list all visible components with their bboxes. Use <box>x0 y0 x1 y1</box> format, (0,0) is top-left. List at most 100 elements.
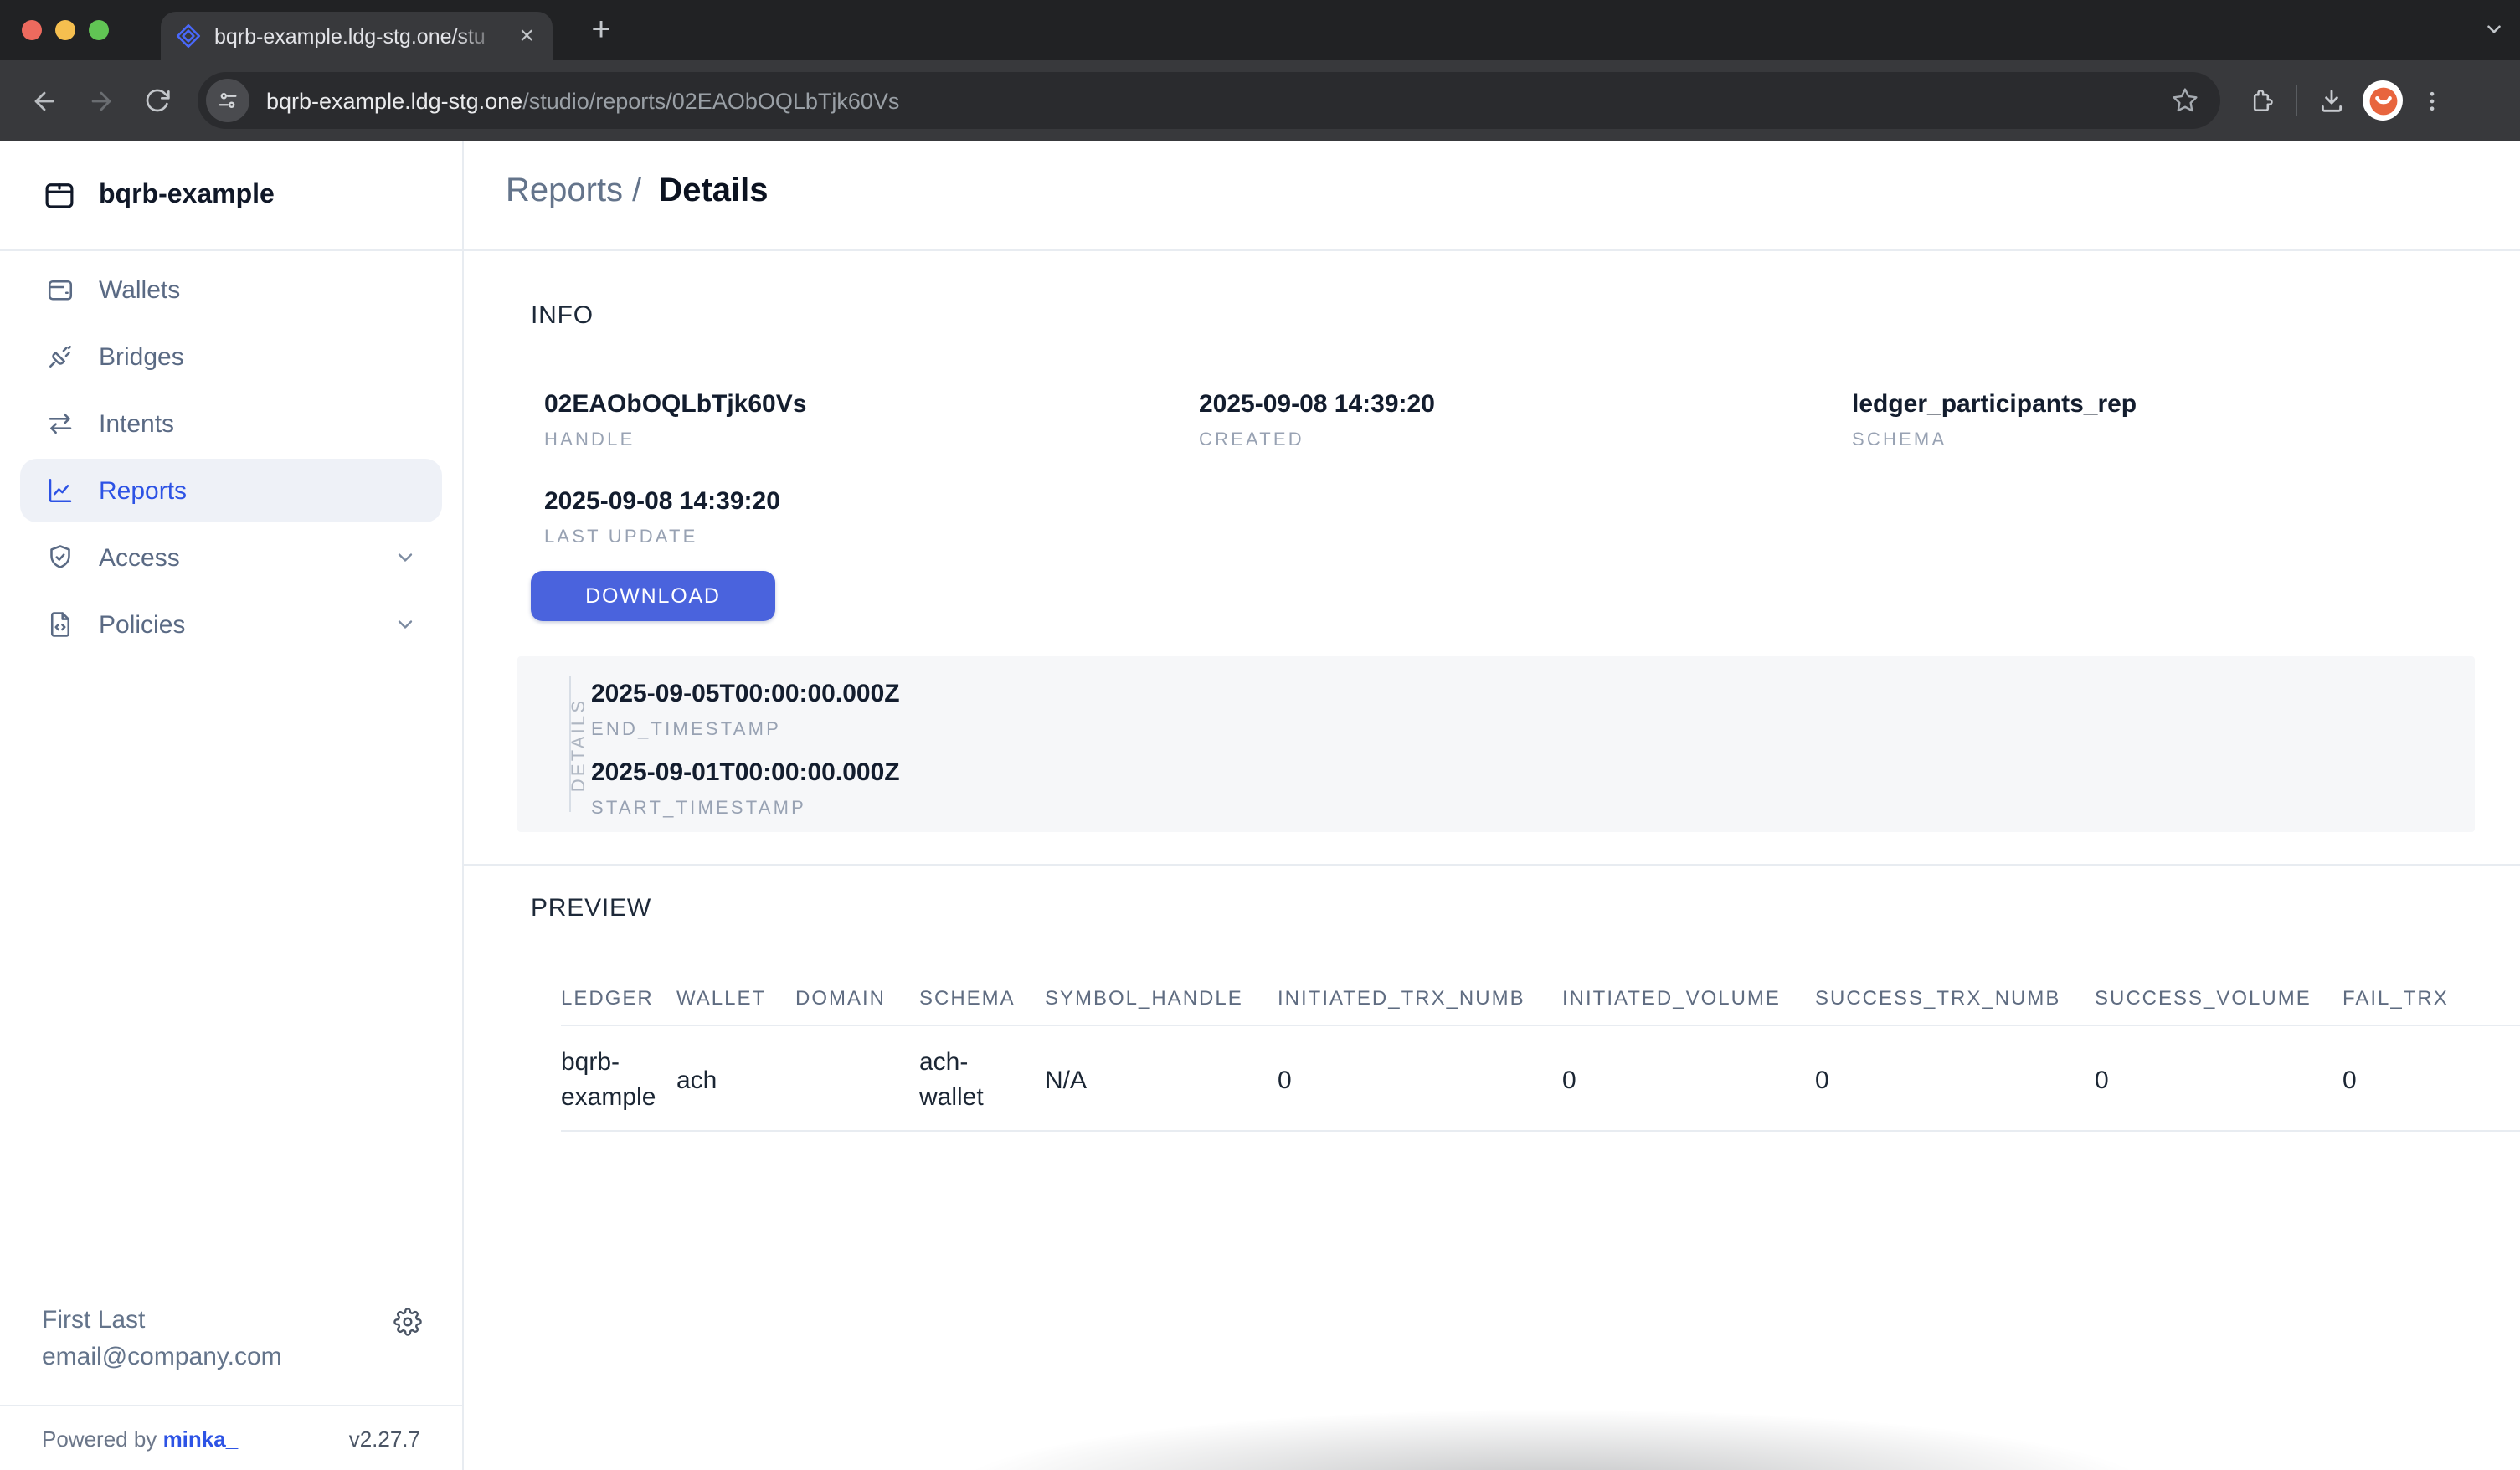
downloads-icon[interactable] <box>2317 86 2346 115</box>
tab-close-icon[interactable]: × <box>516 23 537 49</box>
close-window-button[interactable] <box>22 20 42 40</box>
address-bar[interactable]: bqrb-example.ldg-stg.one/studio/reports/… <box>198 72 2220 129</box>
table-row[interactable]: bqrb-example ach ach-wallet N/A 0 0 0 0 … <box>561 1025 2520 1131</box>
field-label: SCHEMA <box>1852 430 2473 452</box>
user-email: email@company.com <box>42 1339 420 1376</box>
tab-favicon-icon <box>176 23 201 49</box>
browser-tab[interactable]: bqrb-example.ldg-stg.one/stu × <box>161 12 553 60</box>
sidebar-nav: Wallets Bridges Intents <box>0 251 462 656</box>
site-settings-icon[interactable] <box>206 79 249 122</box>
url-path: /studio/reports/02EAObOQLbTjk60Vs <box>522 88 899 113</box>
sidebar-item-label: Wallets <box>99 275 180 304</box>
sidebar-item-reports[interactable]: Reports <box>20 459 442 522</box>
shield-check-icon <box>45 542 75 573</box>
cell-fail-trx: 0 <box>2343 1025 2520 1131</box>
cell-symbol-handle: N/A <box>1045 1025 1278 1131</box>
sidebar-item-label: Bridges <box>99 342 184 371</box>
brand-link[interactable]: minka_ <box>163 1426 239 1451</box>
section-divider <box>464 864 2520 866</box>
sidebar-item-label: Access <box>99 543 180 572</box>
col-header-fail-trx[interactable]: FAIL_TRX <box>2343 986 2520 1025</box>
preview-table-wrap[interactable]: LEDGER WALLET DOMAIN SCHEMA SYMBOL_HANDL… <box>561 986 2520 1132</box>
zoom-window-button[interactable] <box>89 20 109 40</box>
sidebar-item-access[interactable]: Access <box>20 526 442 589</box>
col-header-domain[interactable]: DOMAIN <box>795 986 919 1025</box>
cell-wallet: ach <box>676 1025 795 1131</box>
chart-line-icon <box>45 475 75 506</box>
screen: bqrb-example.ldg-stg.one/stu × + bqrb-ex… <box>0 0 2520 1470</box>
col-header-ledger[interactable]: LEDGER <box>561 986 676 1025</box>
browser-menu-icon[interactable] <box>2420 88 2445 113</box>
field-value: 02EAObOQLbTjk60Vs <box>544 388 1199 420</box>
col-header-symbol-handle[interactable]: SYMBOL_HANDLE <box>1045 986 1278 1025</box>
col-header-wallet[interactable]: WALLET <box>676 986 795 1025</box>
powered-by-text: Powered by <box>42 1426 157 1451</box>
workspace-header[interactable]: bqrb-example <box>0 141 462 251</box>
col-header-success-trx-numb[interactable]: SUCCESS_TRX_NUMB <box>1815 986 2095 1025</box>
app-version: v2.27.7 <box>349 1426 420 1451</box>
col-header-initiated-trx-numb[interactable]: INITIATED_TRX_NUMB <box>1278 986 1562 1025</box>
cell-schema: ach-wallet <box>919 1025 1045 1131</box>
workspace-icon <box>42 177 77 213</box>
field-value: 2025-09-08 14:39:20 <box>1199 388 1852 420</box>
plug-icon <box>45 342 75 372</box>
details-field-start-timestamp: 2025-09-01T00:00:00.000Z START_TIMESTAMP <box>591 757 2475 820</box>
details-field-end-timestamp: 2025-09-05T00:00:00.000Z END_TIMESTAMP <box>591 678 2475 742</box>
field-value: 2025-09-08 14:39:20 <box>544 486 1199 517</box>
reload-icon[interactable] <box>131 74 184 127</box>
field-label: START_TIMESTAMP <box>591 799 2475 820</box>
field-label: LAST UPDATE <box>544 527 1199 549</box>
chevron-down-icon <box>393 546 417 569</box>
cell-success-volume: 0 <box>2095 1025 2343 1131</box>
cell-success-trx-numb: 0 <box>1815 1025 2095 1131</box>
info-field-handle: 02EAObOQLbTjk60Vs HANDLE <box>544 388 1199 452</box>
tab-search-chevron-icon[interactable] <box>2483 18 2505 40</box>
sidebar-item-policies[interactable]: Policies <box>20 593 442 656</box>
breadcrumb-reports[interactable]: Reports / <box>506 172 641 211</box>
page-header: Reports / Details <box>464 141 2520 251</box>
col-header-schema[interactable]: SCHEMA <box>919 986 1045 1025</box>
chevron-down-icon <box>393 613 417 636</box>
info-grid: 02EAObOQLbTjk60Vs HANDLE 2025-09-08 14:3… <box>544 388 2473 549</box>
minimize-window-button[interactable] <box>55 20 75 40</box>
back-icon[interactable] <box>17 74 70 127</box>
extensions-icon[interactable] <box>2247 86 2276 115</box>
tab-title: bqrb-example.ldg-stg.one/stu <box>214 24 502 48</box>
sidebar-item-bridges[interactable]: Bridges <box>20 325 442 388</box>
window-controls <box>22 20 109 40</box>
field-label: CREATED <box>1199 430 1852 452</box>
details-rail-line <box>569 676 571 812</box>
url-text: bqrb-example.ldg-stg.one/studio/reports/… <box>266 88 899 113</box>
bottom-window-shadow <box>698 1403 2406 1470</box>
col-header-initiated-volume[interactable]: INITIATED_VOLUME <box>1562 986 1815 1025</box>
sidebar-item-label: Reports <box>99 476 187 505</box>
url-host: bqrb-example.ldg-stg.one <box>266 88 522 113</box>
powered-by: Powered by minka_ <box>42 1426 238 1451</box>
gear-icon[interactable] <box>393 1308 422 1336</box>
details-rail-label: DETAILS <box>569 697 589 791</box>
sidebar-item-label: Policies <box>99 610 185 639</box>
field-label: HANDLE <box>544 430 1199 452</box>
user-name: First Last <box>42 1303 420 1339</box>
sidebar-item-intents[interactable]: Intents <box>20 392 442 455</box>
info-heading: INFO <box>531 301 2473 330</box>
info-field-schema: ledger_participants_rep SCHEMA <box>1852 388 2473 452</box>
preview-table: LEDGER WALLET DOMAIN SCHEMA SYMBOL_HANDL… <box>561 986 2520 1132</box>
col-header-success-volume[interactable]: SUCCESS_VOLUME <box>2095 986 2343 1025</box>
workspace-name: bqrb-example <box>99 180 275 210</box>
sidebar: bqrb-example Wallets Bridges <box>0 141 464 1470</box>
profile-avatar[interactable] <box>2363 80 2403 121</box>
report-details-content: INFO 02EAObOQLbTjk60Vs HANDLE 2025-09-08… <box>464 251 2520 1132</box>
user-info: First Last email@company.com <box>0 1303 462 1405</box>
details-block: DETAILS 2025-09-05T00:00:00.000Z END_TIM… <box>517 656 2475 832</box>
cell-initiated-volume: 0 <box>1562 1025 1815 1131</box>
sidebar-item-wallets[interactable]: Wallets <box>20 258 442 321</box>
table-header-row: LEDGER WALLET DOMAIN SCHEMA SYMBOL_HANDL… <box>561 986 2520 1025</box>
download-button[interactable]: DOWNLOAD <box>531 571 775 621</box>
info-field-last-update: 2025-09-08 14:39:20 LAST UPDATE <box>544 486 1199 549</box>
sidebar-item-label: Intents <box>99 409 174 438</box>
info-field-created: 2025-09-08 14:39:20 CREATED <box>1199 388 1852 452</box>
bookmark-star-icon[interactable] <box>2160 75 2210 126</box>
forward-icon[interactable] <box>74 74 127 127</box>
new-tab-button[interactable]: + <box>579 8 623 52</box>
